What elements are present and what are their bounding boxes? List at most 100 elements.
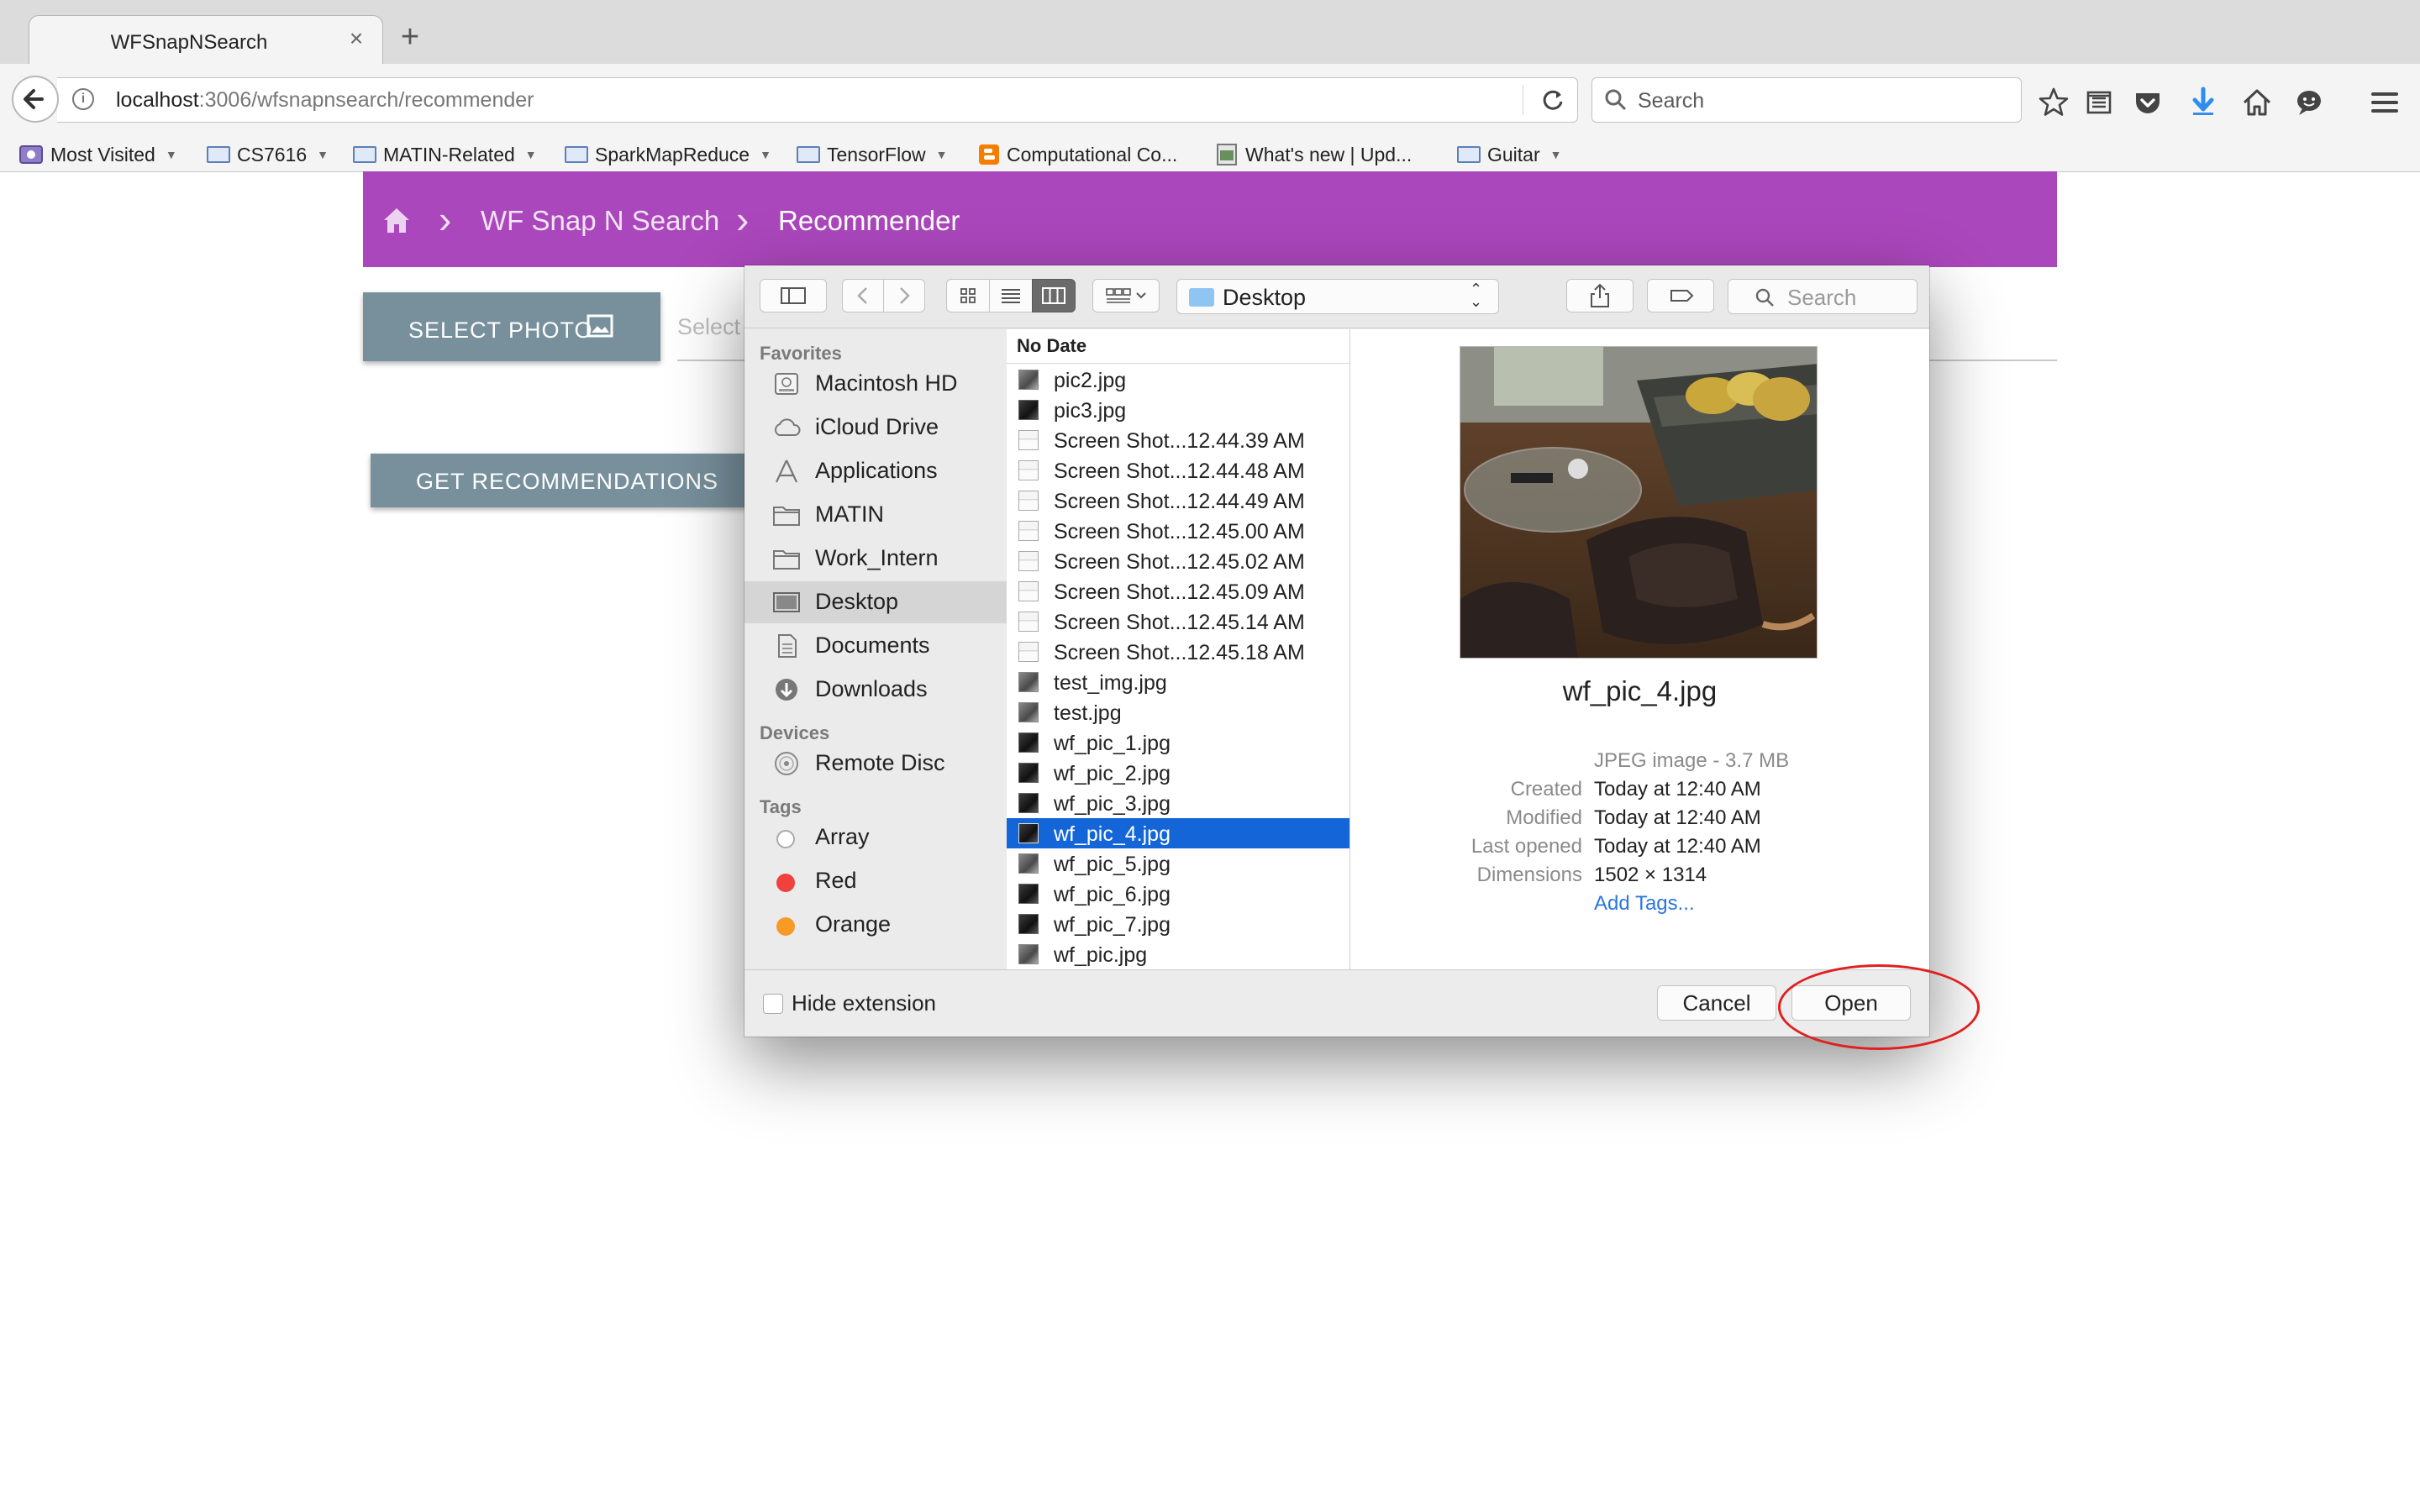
updown-chevron-icon: ⌃ ⌄: [1470, 281, 1483, 310]
list-view-button[interactable]: [989, 279, 1033, 312]
sidebar-item-documents[interactable]: Documents: [744, 625, 1007, 667]
sidebar-item-applications[interactable]: Applications: [744, 450, 1007, 492]
close-tab-icon[interactable]: ×: [344, 26, 369, 51]
add-tags-link[interactable]: Add Tags...: [1594, 892, 1695, 916]
search-placeholder: Search: [1638, 89, 1705, 113]
bookmark-star-icon[interactable]: [2037, 86, 2070, 119]
search-bar[interactable]: Search: [1591, 77, 2022, 123]
screenshot-file-icon: [1018, 430, 1039, 450]
bookmark-matin-related[interactable]: MATIN-Related ▼: [353, 138, 537, 171]
location-popup[interactable]: Desktop ⌃ ⌄: [1176, 279, 1499, 314]
screenshot-file-icon: [1018, 521, 1039, 541]
share-button[interactable]: [1566, 279, 1634, 312]
select-photo-button[interactable]: SELECT PHOTO: [363, 292, 660, 361]
url-text[interactable]: localhost:3006/wfsnapnsearch/recommender: [116, 88, 534, 113]
forward-button[interactable]: [883, 279, 925, 312]
tag-icon: [1670, 290, 1694, 302]
grid-icon: [960, 288, 976, 303]
file-row[interactable]: Screen Shot...12.45.00 AM: [1007, 516, 1349, 546]
breadcrumb-chevron-icon: ›: [439, 197, 452, 241]
file-row[interactable]: wf_pic_1.jpg: [1007, 727, 1349, 758]
bookmark-cs7616[interactable]: CS7616 ▼: [207, 138, 329, 171]
new-tab-button[interactable]: +: [395, 21, 425, 53]
downloads-arrow-icon[interactable]: [2186, 86, 2220, 119]
bookmark-most-visited[interactable]: Most Visited ▼: [18, 138, 177, 171]
sidebar-tag-orange[interactable]: Orange: [744, 904, 1007, 946]
hide-extension-checkbox[interactable]: [763, 994, 783, 1014]
sidebar-item-label: Documents: [815, 633, 930, 658]
dialog-search-field[interactable]: Search: [1728, 279, 1918, 314]
back-button[interactable]: [842, 279, 884, 312]
bookmark-sparkmapreduce[interactable]: SparkMapReduce ▼: [565, 138, 771, 171]
back-button[interactable]: [12, 76, 59, 123]
home-icon[interactable]: [381, 205, 412, 235]
home-icon[interactable]: [2240, 86, 2274, 119]
open-file-dialog: Desktop ⌃ ⌄ Search Favorites Macintosh H…: [744, 265, 1929, 1037]
info-icon[interactable]: i: [72, 88, 94, 110]
breadcrumb-wf-snap-n-search[interactable]: WF Snap N Search: [481, 205, 719, 237]
preview-pane: wf_pic_4.jpg JPEG image - 3.7 MB Created…: [1350, 329, 1929, 969]
file-row[interactable]: pic3.jpg: [1007, 395, 1349, 425]
sidebar-item-matin[interactable]: MATIN: [744, 494, 1007, 536]
chevron-down-icon: ▼: [165, 148, 177, 161]
file-name: wf_pic_2.jpg: [1054, 762, 1171, 785]
sidebar-toggle-button[interactable]: [760, 279, 827, 312]
image-file-icon: [1018, 944, 1039, 964]
sidebar-item-downloads[interactable]: Downloads: [744, 669, 1007, 711]
file-row[interactable]: Screen Shot...12.45.14 AM: [1007, 606, 1349, 637]
file-row[interactable]: wf_pic.jpg: [1007, 939, 1349, 969]
icon-view-button[interactable]: [946, 279, 990, 312]
file-row[interactable]: wf_pic_6.jpg: [1007, 879, 1349, 909]
file-row[interactable]: wf_pic_4.jpg: [1007, 818, 1349, 848]
sidebar-item-remote-disc[interactable]: Remote Disc: [744, 743, 1007, 785]
bookmark-tensorflow[interactable]: TensorFlow ▼: [797, 138, 947, 171]
file-row[interactable]: Screen Shot...12.45.09 AM: [1007, 576, 1349, 606]
browser-tab[interactable]: WFSnapNSearch ×: [29, 15, 383, 66]
file-row[interactable]: wf_pic_5.jpg: [1007, 848, 1349, 879]
hide-extension-label[interactable]: Hide extension: [792, 990, 936, 1016]
bookmark-whats-new[interactable]: What's new | Upd...: [1215, 138, 1412, 171]
sidebar-tag-array[interactable]: Array: [744, 816, 1007, 858]
file-row[interactable]: pic2.jpg: [1007, 365, 1349, 395]
highlight-ellipse: [1778, 964, 1980, 1050]
chat-smiley-icon[interactable]: [2292, 86, 2326, 119]
file-row[interactable]: Screen Shot...12.45.18 AM: [1007, 637, 1349, 667]
folder-icon: [1457, 146, 1481, 163]
file-row[interactable]: Screen Shot...12.44.49 AM: [1007, 486, 1349, 516]
sidebar-item-desktop[interactable]: Desktop: [744, 581, 1007, 623]
sidebar-item-label: Orange: [815, 911, 892, 937]
tab-strip: WFSnapNSearch × +: [0, 0, 2420, 66]
bookmark-guitar[interactable]: Guitar ▼: [1457, 138, 1562, 171]
columns-icon: [1042, 287, 1065, 304]
meta-dimensions-value: 1502 × 1314: [1594, 864, 1707, 886]
hamburger-menu-icon[interactable]: [2368, 86, 2402, 119]
cancel-button[interactable]: Cancel: [1657, 985, 1776, 1021]
file-row[interactable]: Screen Shot...12.45.02 AM: [1007, 546, 1349, 576]
url-bar[interactable]: i localhost:3006/wfsnapnsearch/recommend…: [57, 77, 1578, 123]
sidebar-tag-red[interactable]: Red: [744, 860, 1007, 902]
file-row[interactable]: wf_pic_2.jpg: [1007, 758, 1349, 788]
file-row[interactable]: wf_pic_3.jpg: [1007, 788, 1349, 818]
file-row[interactable]: test.jpg: [1007, 697, 1349, 727]
chevron-down-icon: ▼: [317, 148, 329, 161]
meta-created-key: Created: [1510, 778, 1582, 801]
sidebar-item-work-intern[interactable]: Work_Intern: [744, 538, 1007, 580]
get-recommendations-button[interactable]: GET RECOMMENDATIONS: [371, 454, 752, 507]
sidebar-item-macintosh-hd[interactable]: Macintosh HD: [744, 363, 1007, 405]
file-name: test_img.jpg: [1054, 671, 1167, 695]
column-view-button[interactable]: [1032, 279, 1076, 312]
bookmark-computational[interactable]: Computational Co...: [978, 138, 1177, 171]
reading-list-icon[interactable]: [2082, 86, 2116, 119]
reload-icon[interactable]: [1538, 85, 1568, 115]
file-row[interactable]: test_img.jpg: [1007, 667, 1349, 697]
sidebar-item-icloud-drive[interactable]: iCloud Drive: [744, 407, 1007, 449]
arrange-button[interactable]: [1092, 279, 1160, 312]
pocket-icon[interactable]: [2131, 86, 2165, 119]
file-row[interactable]: Screen Shot...12.44.48 AM: [1007, 455, 1349, 486]
file-row[interactable]: wf_pic_7.jpg: [1007, 909, 1349, 939]
select-file-placeholder[interactable]: Select: [677, 314, 740, 340]
file-row[interactable]: Screen Shot...12.44.39 AM: [1007, 425, 1349, 455]
tags-button[interactable]: [1647, 279, 1714, 312]
image-file-icon: [1018, 914, 1039, 934]
bookmark-label: Most Visited: [50, 143, 155, 165]
